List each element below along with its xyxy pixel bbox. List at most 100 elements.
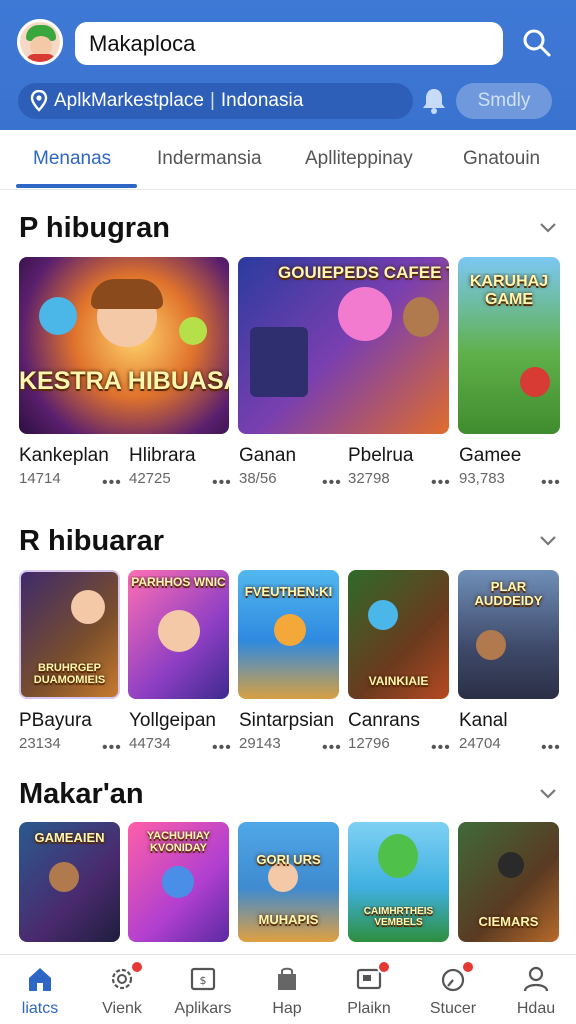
app-downloads: 23134: [19, 735, 61, 752]
active-tab-indicator: [16, 184, 137, 188]
app-card-image[interactable]: CIEMARS: [458, 822, 559, 942]
more-options-icon[interactable]: •••: [431, 739, 451, 757]
card-art-text: GAMEAIEN: [34, 830, 105, 845]
app-card-image[interactable]: PARHHOS WNIC: [128, 570, 229, 699]
nav-label: Stucer: [429, 1000, 477, 1017]
nav-label: Aplikars: [174, 1000, 232, 1017]
more-options-icon[interactable]: •••: [322, 474, 342, 492]
more-options-icon[interactable]: •••: [212, 474, 232, 492]
app-card-image[interactable]: KESTRA HIBUASA: [19, 257, 229, 434]
more-options-icon[interactable]: •••: [541, 474, 561, 492]
card-art-text: PARHHOS WNIC: [131, 576, 226, 589]
app-downloads: 12796: [348, 735, 390, 752]
app-card-image[interactable]: PLAR AUDDEIDY: [458, 570, 559, 699]
chevron-down-icon[interactable]: [538, 787, 558, 801]
card-art-text: CAIMHRTHEIS VEMBELS: [363, 906, 434, 928]
card-art-text: FVEUTHEN:KI: [244, 584, 333, 599]
app-card-image[interactable]: BRUHRGEP DUAMOMIEIS: [19, 570, 120, 699]
notification-badge: [130, 960, 144, 974]
more-options-icon[interactable]: •••: [322, 739, 342, 757]
nav-item-plaikn[interactable]: Plaikn: [333, 955, 405, 1024]
avatar[interactable]: [17, 19, 63, 65]
app-name[interactable]: Pbelrua: [348, 445, 414, 467]
bell-icon[interactable]: [421, 87, 447, 115]
card-art-text: VAINKIAIE: [368, 674, 429, 688]
search-icon[interactable]: [522, 28, 552, 58]
app-downloads: 29143: [239, 735, 281, 752]
apps-box-icon: $: [190, 967, 216, 991]
nav-item-vienk[interactable]: Vienk: [86, 955, 158, 1024]
nav-label: Hdau: [516, 1000, 556, 1017]
nav-item-hdau[interactable]: Hdau: [500, 955, 572, 1024]
app-name[interactable]: Kanal: [459, 710, 508, 732]
profile-icon: [523, 966, 549, 992]
app-card-image[interactable]: GOUIEPEDS CAFEE TAIONARN: [238, 257, 449, 434]
nav-label: Vienk: [102, 1000, 142, 1017]
bottom-navigation: liatcs Vienk $ Aplikars Hap Plaikn Stuce…: [0, 954, 576, 1024]
nav-item-hap[interactable]: Hap: [251, 955, 323, 1024]
more-options-icon[interactable]: •••: [431, 474, 451, 492]
app-name[interactable]: Kankeplan: [19, 445, 109, 467]
app-downloads: 38/56: [239, 470, 277, 487]
app-card-image[interactable]: FVEUTHEN:KI: [238, 570, 339, 699]
app-name[interactable]: Yollgeipan: [129, 710, 216, 732]
search-input[interactable]: Makaploca: [75, 22, 503, 65]
app-header: Makaploca AplkMarkestplace | Indonasia S…: [0, 0, 576, 130]
card-art-text: CIEMARS: [478, 914, 539, 929]
bag-icon: [278, 967, 296, 990]
app-downloads: 42725: [129, 470, 171, 487]
chevron-down-icon[interactable]: [538, 534, 558, 548]
section-title: Makar'an: [19, 778, 144, 810]
app-card-image[interactable]: CAIMHRTHEIS VEMBELS: [348, 822, 449, 942]
nav-item-aplikars[interactable]: $ Aplikars: [167, 955, 239, 1024]
section-title: R hibuarar: [19, 525, 165, 557]
more-options-icon[interactable]: •••: [102, 739, 122, 757]
app-name[interactable]: Ganan: [239, 445, 296, 467]
app-name[interactable]: Canrans: [348, 710, 420, 732]
nav-label: liatcs: [21, 1000, 59, 1017]
nav-item-liatcs[interactable]: liatcs: [4, 955, 76, 1024]
search-value: Makaploca: [89, 30, 196, 56]
location-pin-icon: [30, 90, 48, 112]
more-options-icon[interactable]: •••: [212, 739, 232, 757]
nav-item-stucer[interactable]: Stucer: [417, 955, 489, 1024]
tab-gnatouin[interactable]: Gnatouin: [463, 148, 540, 170]
app-name[interactable]: Hlibrara: [129, 445, 196, 467]
app-card-image[interactable]: KARUHAJ GAME: [458, 257, 560, 434]
app-name[interactable]: Gamee: [459, 445, 521, 467]
notification-badge: [461, 960, 475, 974]
card-art-text: GORI URS MUHAPIS: [256, 852, 321, 927]
section-title: P hibugran: [19, 212, 170, 244]
svg-text:$: $: [200, 974, 207, 987]
location-text: AplkMarkestplace: [54, 90, 204, 111]
card-art-text: YACHUHIAY KVONIDAY: [146, 830, 211, 854]
nav-label: Plaikn: [347, 1000, 391, 1017]
chevron-down-icon[interactable]: [538, 221, 558, 235]
app-card-image[interactable]: GORI URS MUHAPIS: [238, 822, 339, 942]
app-name[interactable]: Sintarpsian: [239, 710, 334, 732]
location-selector[interactable]: AplkMarkestplace | Indonasia: [18, 83, 413, 119]
app-downloads: 14714: [19, 470, 61, 487]
notification-badge: [377, 960, 391, 974]
location-separator: |: [209, 90, 215, 111]
home-icon: [29, 968, 51, 991]
app-downloads: 93,783: [459, 470, 505, 487]
app-card-image[interactable]: YACHUHIAY KVONIDAY: [128, 822, 229, 942]
card-art-text: KARUHAJ GAME: [469, 273, 549, 308]
card-art-text: KESTRA HIBUASA: [19, 367, 229, 395]
app-card-image[interactable]: VAINKIAIE: [348, 570, 449, 699]
card-art-text: BRUHRGEP DUAMOMIEIS: [33, 662, 106, 686]
more-options-icon[interactable]: •••: [102, 474, 122, 492]
tab-menanas[interactable]: Menanas: [33, 148, 111, 170]
app-downloads: 32798: [348, 470, 390, 487]
card-art-text: GOUIEPEDS CAFEE TAIONARN: [278, 263, 449, 282]
more-options-icon[interactable]: •••: [541, 739, 561, 757]
app-card-image[interactable]: GAMEAIEN: [19, 822, 120, 942]
header-action-button[interactable]: Smdly: [456, 83, 552, 119]
tab-aplliteppinay[interactable]: Aplliteppinay: [305, 148, 413, 170]
app-downloads: 44734: [129, 735, 171, 752]
app-name[interactable]: PBayura: [19, 710, 92, 732]
card-art-text: PLAR AUDDEIDY: [474, 580, 543, 608]
nav-label: Hap: [272, 1000, 302, 1017]
tab-indermansia[interactable]: Indermansia: [157, 148, 262, 170]
